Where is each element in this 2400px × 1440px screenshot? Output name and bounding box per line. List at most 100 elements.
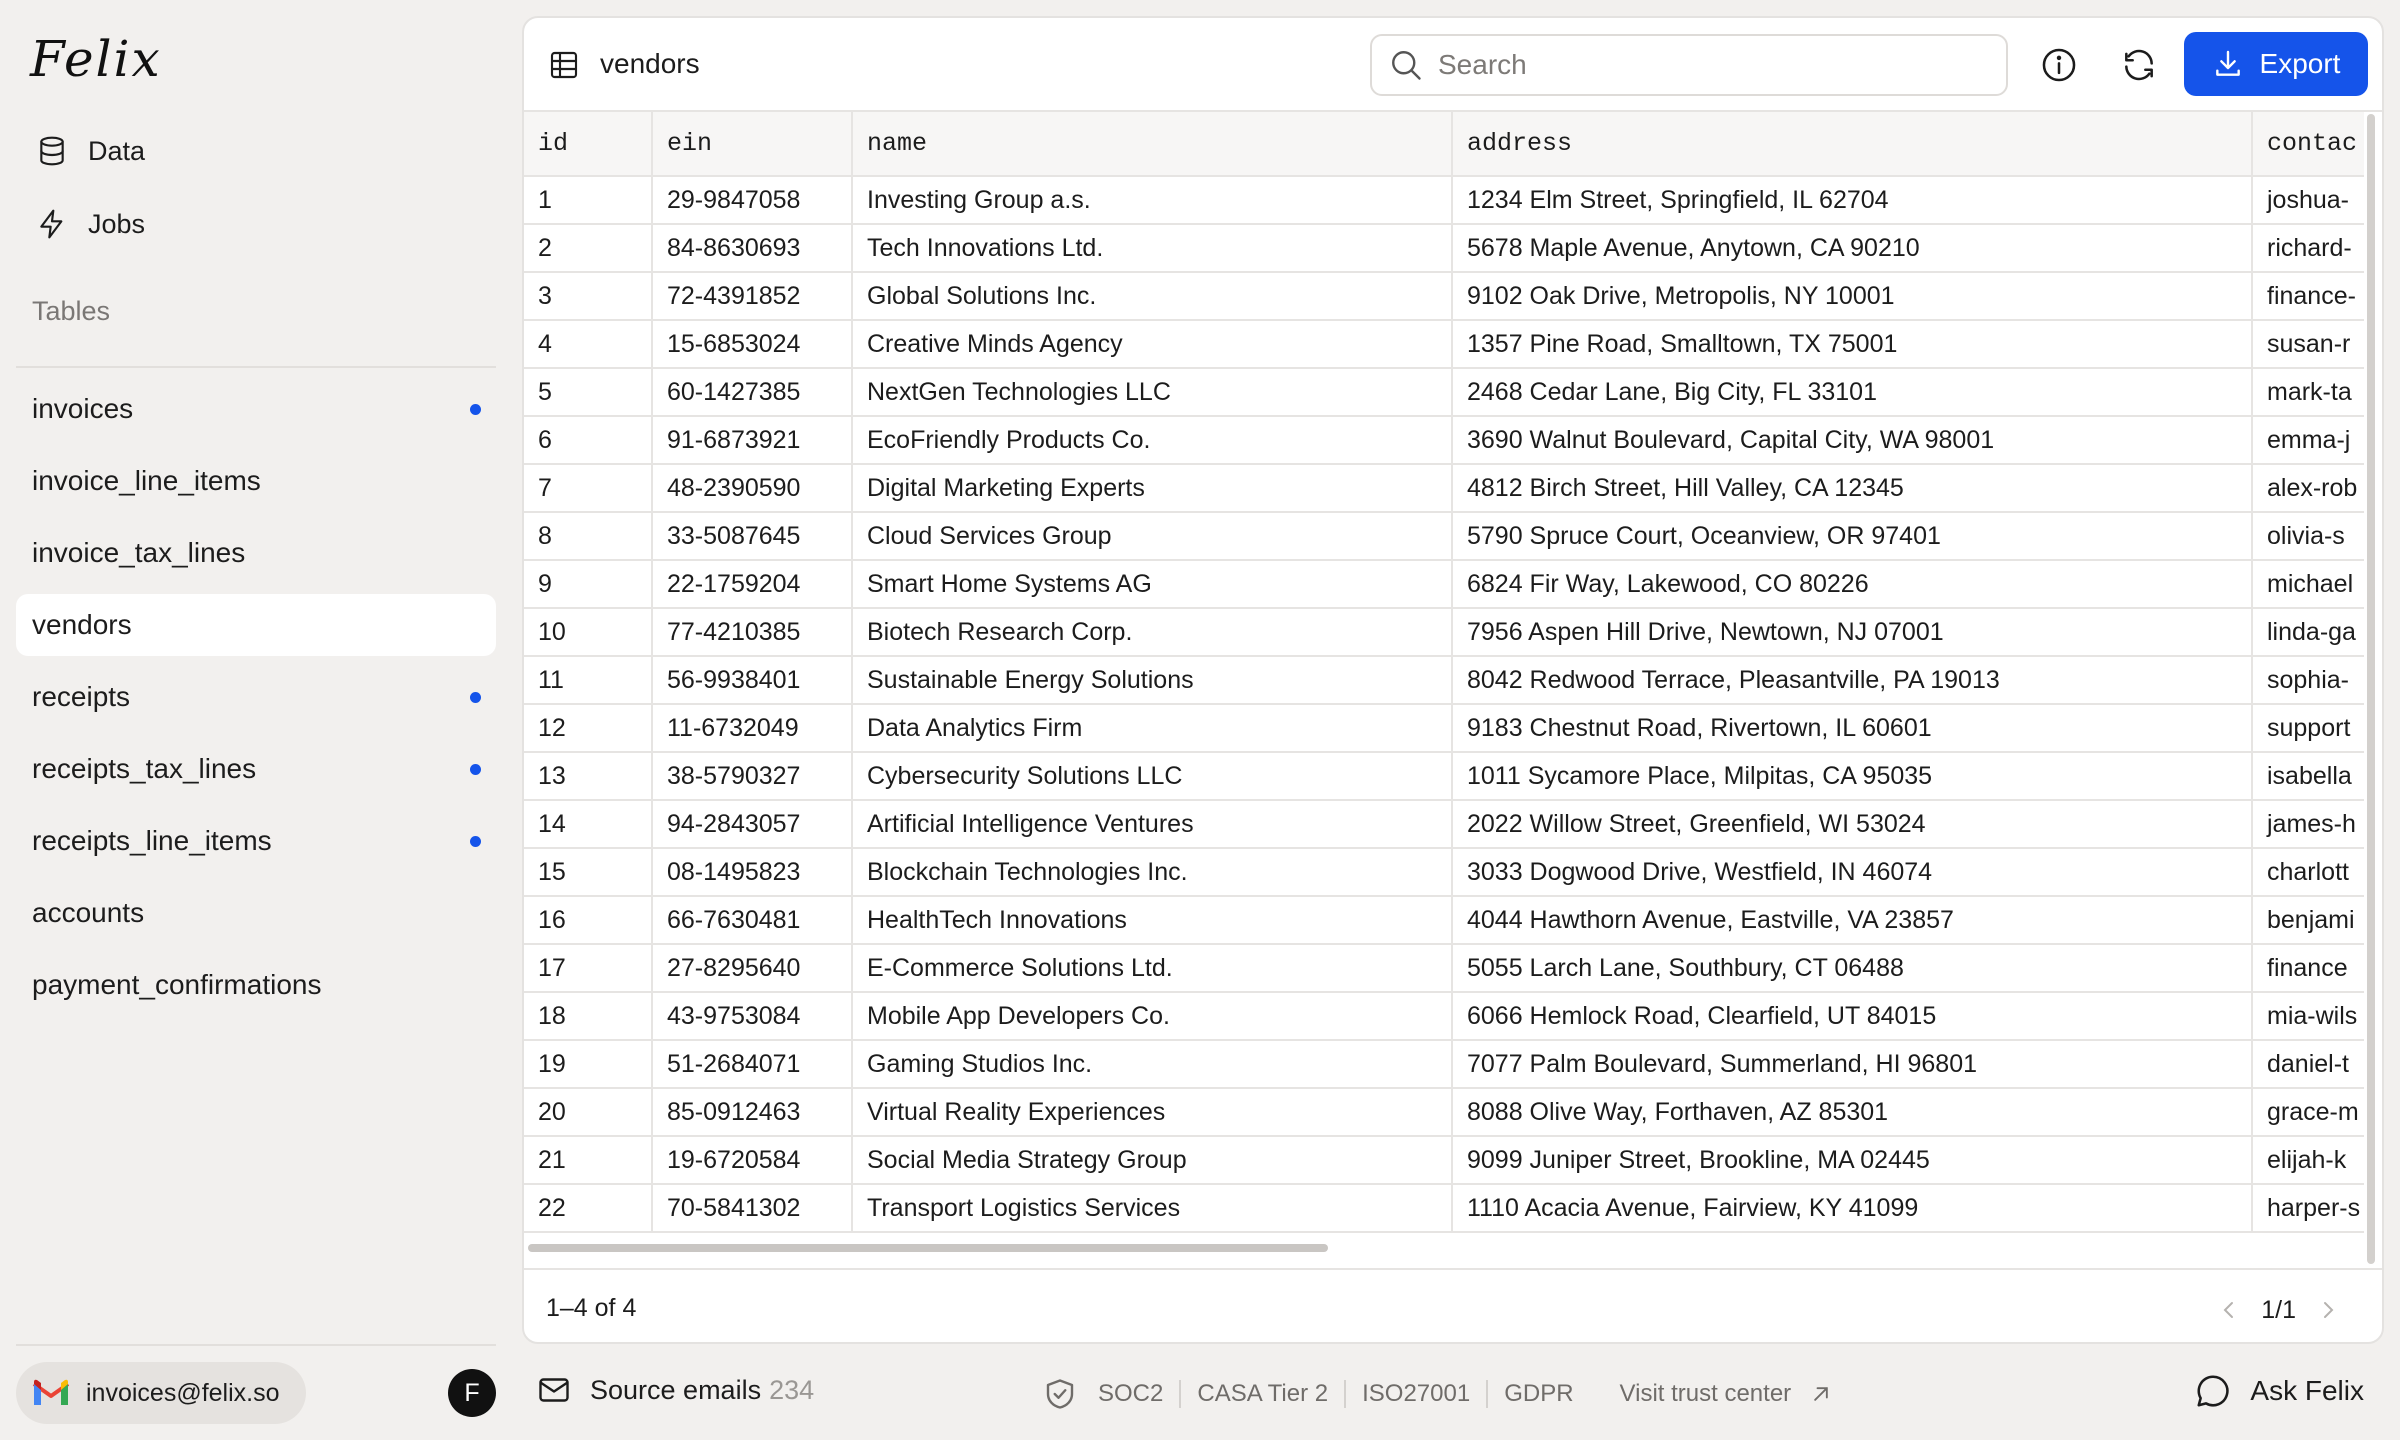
- nav-item-data[interactable]: Data: [32, 124, 145, 178]
- table-cell[interactable]: Data Analytics Firm: [852, 704, 1453, 753]
- table-row[interactable]: 15 08-1495823 Blockchain Technologies Inc.…: [524, 848, 2364, 897]
- table-cell[interactable]: mia-wils: [2252, 992, 2364, 1041]
- table-cell[interactable]: Transport Logistics Services: [852, 1184, 1453, 1233]
- nav-item-jobs[interactable]: Jobs: [32, 197, 145, 251]
- table-cell[interactable]: 19-6720584: [652, 1136, 853, 1185]
- table-cell[interactable]: Virtual Reality Experiences: [852, 1088, 1453, 1137]
- table-cell[interactable]: 17: [524, 944, 653, 993]
- table-cell[interactable]: 38-5790327: [652, 752, 853, 801]
- table-cell[interactable]: 72-4391852: [652, 272, 853, 321]
- table-cell[interactable]: 12: [524, 704, 653, 753]
- table-cell[interactable]: 1: [524, 176, 653, 225]
- table-cell[interactable]: Cybersecurity Solutions LLC: [852, 752, 1453, 801]
- data-table-container[interactable]: id ein name address contac 1 29-9847058 Invest…: [524, 112, 2364, 1250]
- table-cell[interactable]: 29-9847058: [652, 176, 853, 225]
- table-cell[interactable]: 2022 Willow Street, Greenfield, WI 53024: [1452, 800, 2253, 849]
- table-cell[interactable]: support: [2252, 704, 2364, 753]
- table-cell[interactable]: 8: [524, 512, 653, 561]
- table-cell[interactable]: 4044 Hawthorn Avenue, Eastville, VA 2385…: [1452, 896, 2253, 945]
- table-cell[interactable]: 1234 Elm Street, Springfield, IL 62704: [1452, 176, 2253, 225]
- app-logo[interactable]: Felix: [30, 30, 180, 90]
- table-row[interactable]: 2 84-8630693 Tech Innovations Ltd. 5678 Map…: [524, 224, 2364, 273]
- table-row[interactable]: 21 19-6720584 Social Media Strategy Group 9…: [524, 1136, 2364, 1185]
- table-cell[interactable]: 8088 Olive Way, Forthaven, AZ 85301: [1452, 1088, 2253, 1137]
- table-cell[interactable]: 94-2843057: [652, 800, 853, 849]
- search-input[interactable]: [1438, 49, 1958, 81]
- table-cell[interactable]: EcoFriendly Products Co.: [852, 416, 1453, 465]
- table-cell[interactable]: charlott: [2252, 848, 2364, 897]
- table-cell[interactable]: benjami: [2252, 896, 2364, 945]
- account-pill[interactable]: invoices@felix.so: [16, 1362, 306, 1424]
- info-button[interactable]: [2036, 42, 2082, 88]
- table-cell[interactable]: 15-6853024: [652, 320, 853, 369]
- table-cell[interactable]: 91-6873921: [652, 416, 853, 465]
- table-row[interactable]: 1 29-9847058 Investing Group a.s. 1234 Elm …: [524, 176, 2364, 225]
- sidebar-table-item[interactable]: vendors: [16, 594, 496, 656]
- next-page-button[interactable]: [2310, 1292, 2346, 1328]
- table-cell[interactable]: 5678 Maple Avenue, Anytown, CA 90210: [1452, 224, 2253, 273]
- table-cell[interactable]: 20: [524, 1088, 653, 1137]
- table-cell[interactable]: Tech Innovations Ltd.: [852, 224, 1453, 273]
- table-cell[interactable]: 11: [524, 656, 653, 705]
- table-cell[interactable]: 5: [524, 368, 653, 417]
- sidebar-table-item[interactable]: invoice_line_items: [16, 450, 496, 512]
- table-cell[interactable]: 6: [524, 416, 653, 465]
- table-cell[interactable]: 11-6732049: [652, 704, 853, 753]
- table-cell[interactable]: 7956 Aspen Hill Drive, Newtown, NJ 07001: [1452, 608, 2253, 657]
- table-cell[interactable]: susan-r: [2252, 320, 2364, 369]
- table-cell[interactable]: daniel-t: [2252, 1040, 2364, 1089]
- sidebar-table-item[interactable]: payment_confirmations: [16, 954, 496, 1016]
- table-cell[interactable]: 9099 Juniper Street, Brookline, MA 02445: [1452, 1136, 2253, 1185]
- table-cell[interactable]: Digital Marketing Experts: [852, 464, 1453, 513]
- sidebar-table-item[interactable]: invoices: [16, 378, 496, 440]
- table-row[interactable]: 19 51-2684071 Gaming Studios Inc. 7077 Palm…: [524, 1040, 2364, 1089]
- table-cell[interactable]: 3690 Walnut Boulevard, Capital City, WA …: [1452, 416, 2253, 465]
- table-cell[interactable]: 15: [524, 848, 653, 897]
- table-cell[interactable]: 6824 Fir Way, Lakewood, CO 80226: [1452, 560, 2253, 609]
- table-cell[interactable]: 60-1427385: [652, 368, 853, 417]
- table-cell[interactable]: 1357 Pine Road, Smalltown, TX 75001: [1452, 320, 2253, 369]
- table-cell[interactable]: 7077 Palm Boulevard, Summerland, HI 9680…: [1452, 1040, 2253, 1089]
- table-cell[interactable]: 33-5087645: [652, 512, 853, 561]
- table-cell[interactable]: 4: [524, 320, 653, 369]
- table-cell[interactable]: alex-rob: [2252, 464, 2364, 513]
- table-cell[interactable]: Sustainable Energy Solutions: [852, 656, 1453, 705]
- table-row[interactable]: 22 70-5841302 Transport Logistics Services…: [524, 1184, 2364, 1233]
- table-row[interactable]: 20 85-0912463 Virtual Reality Experiences 8…: [524, 1088, 2364, 1137]
- vertical-scrollbar[interactable]: [2367, 114, 2375, 1264]
- table-row[interactable]: 11 56-9938401 Sustainable Energy Solutions…: [524, 656, 2364, 705]
- table-cell[interactable]: 9183 Chestnut Road, Rivertown, IL 60601: [1452, 704, 2253, 753]
- sidebar-table-item[interactable]: accounts: [16, 882, 496, 944]
- table-row[interactable]: 6 91-6873921 EcoFriendly Products Co. 3690 …: [524, 416, 2364, 465]
- table-cell[interactable]: 5790 Spruce Court, Oceanview, OR 97401: [1452, 512, 2253, 561]
- table-cell[interactable]: 9102 Oak Drive, Metropolis, NY 10001: [1452, 272, 2253, 321]
- avatar[interactable]: F: [448, 1369, 496, 1417]
- table-cell[interactable]: 14: [524, 800, 653, 849]
- table-cell[interactable]: 56-9938401: [652, 656, 853, 705]
- table-cell[interactable]: 77-4210385: [652, 608, 853, 657]
- table-cell[interactable]: 84-8630693: [652, 224, 853, 273]
- column-header[interactable]: contac: [2252, 112, 2364, 177]
- table-cell[interactable]: 27-8295640: [652, 944, 853, 993]
- table-cell[interactable]: Biotech Research Corp.: [852, 608, 1453, 657]
- table-cell[interactable]: 3: [524, 272, 653, 321]
- column-header[interactable]: address: [1452, 112, 2253, 177]
- table-cell[interactable]: Blockchain Technologies Inc.: [852, 848, 1453, 897]
- table-cell[interactable]: 66-7630481: [652, 896, 853, 945]
- table-cell[interactable]: harper-s: [2252, 1184, 2364, 1233]
- table-cell[interactable]: olivia-s: [2252, 512, 2364, 561]
- table-cell[interactable]: michael: [2252, 560, 2364, 609]
- table-cell[interactable]: Artificial Intelligence Ventures: [852, 800, 1453, 849]
- table-cell[interactable]: elijah-k: [2252, 1136, 2364, 1185]
- table-cell[interactable]: 43-9753084: [652, 992, 853, 1041]
- table-cell[interactable]: Gaming Studios Inc.: [852, 1040, 1453, 1089]
- table-cell[interactable]: 2468 Cedar Lane, Big City, FL 33101: [1452, 368, 2253, 417]
- table-cell[interactable]: Cloud Services Group: [852, 512, 1453, 561]
- table-cell[interactable]: 51-2684071: [652, 1040, 853, 1089]
- table-cell[interactable]: 4812 Birch Street, Hill Valley, CA 12345: [1452, 464, 2253, 513]
- horizontal-scrollbar[interactable]: [528, 1244, 1328, 1252]
- prev-page-button[interactable]: [2211, 1292, 2247, 1328]
- table-cell[interactable]: Mobile App Developers Co.: [852, 992, 1453, 1041]
- table-cell[interactable]: Social Media Strategy Group: [852, 1136, 1453, 1185]
- table-cell[interactable]: Investing Group a.s.: [852, 176, 1453, 225]
